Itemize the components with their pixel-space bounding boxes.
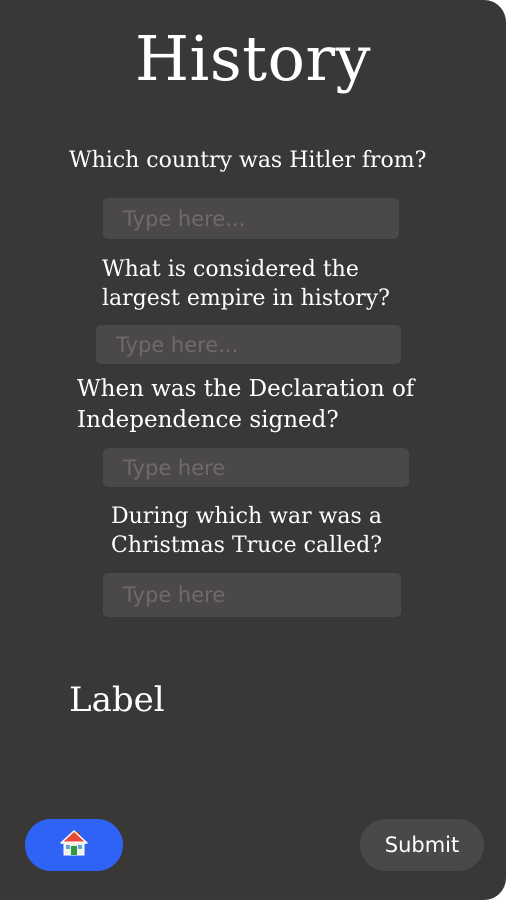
question-1-text: Which country was Hitler from? <box>69 148 427 173</box>
question-3-text: When was the Declaration of Independence… <box>77 376 415 433</box>
submit-button[interactable]: Submit <box>360 819 484 871</box>
quiz-screen: History Which country was Hitler from? W… <box>0 0 506 900</box>
question-2-answer-input[interactable] <box>96 325 401 364</box>
result-label: Label <box>69 680 165 720</box>
question-4-answer-input[interactable] <box>103 573 401 617</box>
question-4-text: During which war was a Christmas Truce c… <box>111 504 383 558</box>
question-2-text: What is considered the largest empire in… <box>102 257 390 311</box>
question-1-answer-input[interactable] <box>103 198 399 239</box>
house-icon <box>59 829 89 862</box>
page-title: History <box>134 22 372 95</box>
home-button[interactable] <box>25 819 123 871</box>
question-3-answer-input[interactable] <box>103 448 409 487</box>
